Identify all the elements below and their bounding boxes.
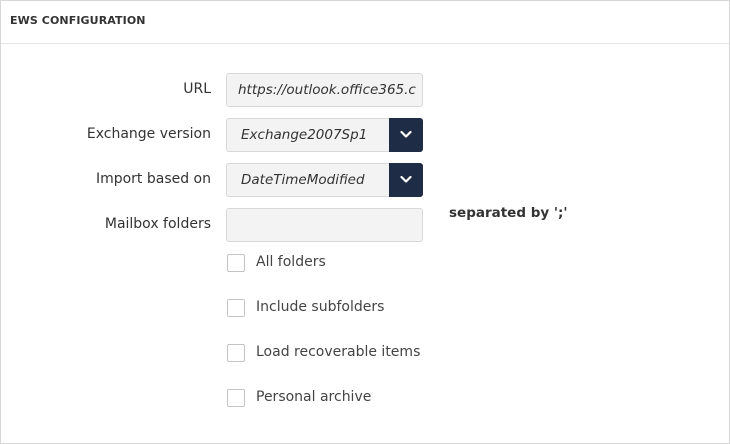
all-folders-checkbox[interactable] <box>227 254 245 272</box>
import-based-on-select[interactable]: DateTimeModified <box>226 163 423 197</box>
url-input[interactable]: https://outlook.office365.com <box>226 73 423 107</box>
import-based-on-dropdown-button[interactable] <box>389 163 423 197</box>
chevron-down-icon <box>400 175 412 183</box>
exchange-version-value: Exchange2007Sp1 <box>241 127 368 143</box>
url-label: URL <box>183 81 211 97</box>
panel-header: EWS CONFIGURATION <box>1 1 729 44</box>
exchange-version-dropdown-button[interactable] <box>389 118 423 152</box>
mailbox-folders-input[interactable] <box>226 208 423 242</box>
personal-archive-label[interactable]: Personal archive <box>256 389 371 405</box>
exchange-version-select[interactable]: Exchange2007Sp1 <box>226 118 423 152</box>
include-subfolders-label[interactable]: Include subfolders <box>256 299 384 315</box>
personal-archive-checkbox[interactable] <box>227 389 245 407</box>
ews-configuration-panel: EWS CONFIGURATION URL https://outlook.of… <box>0 0 730 444</box>
all-folders-label[interactable]: All folders <box>256 254 326 270</box>
mailbox-folders-hint: separated by ';' <box>449 205 568 221</box>
url-input-value: https://outlook.office365.com <box>238 82 416 98</box>
load-recoverable-items-checkbox[interactable] <box>227 344 245 362</box>
chevron-down-icon <box>400 130 412 138</box>
load-recoverable-items-label[interactable]: Load recoverable items <box>256 344 420 360</box>
panel-title: EWS CONFIGURATION <box>10 14 146 27</box>
mailbox-folders-label: Mailbox folders <box>104 216 211 232</box>
include-subfolders-checkbox[interactable] <box>227 299 245 317</box>
import-based-on-label: Import based on <box>95 171 211 187</box>
import-based-on-value: DateTimeModified <box>241 172 365 188</box>
exchange-version-label: Exchange version <box>86 126 211 142</box>
